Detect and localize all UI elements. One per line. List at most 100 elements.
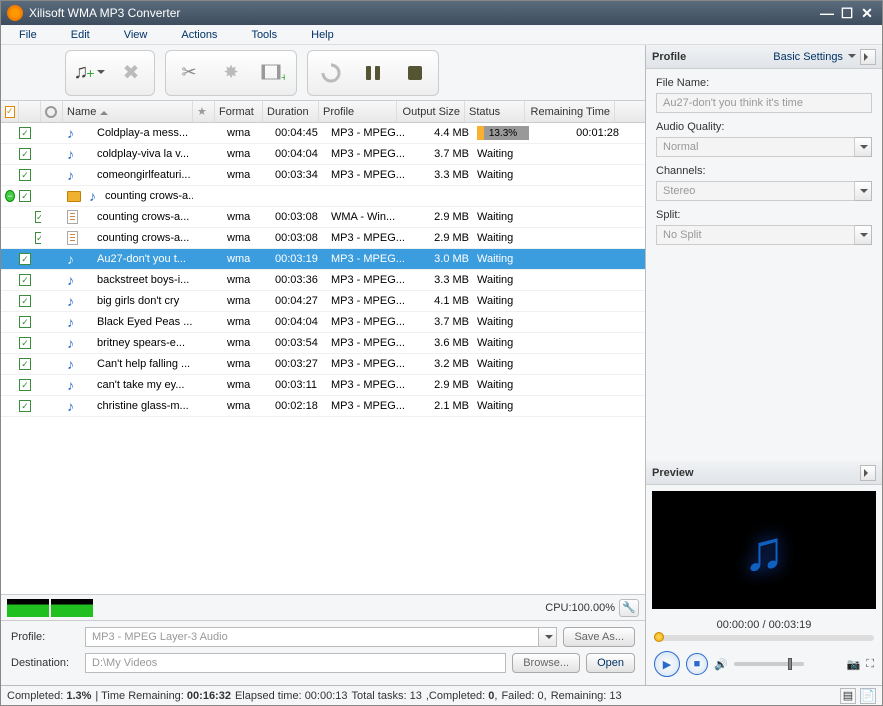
close-button[interactable]: ✕	[858, 5, 876, 21]
table-row[interactable]: ♪britney spears-e...wma00:03:54MP3 - MPE…	[1, 333, 645, 354]
profile-dropdown-button[interactable]	[539, 627, 557, 647]
menu-edit[interactable]: Edit	[61, 29, 114, 41]
row-checkbox[interactable]	[19, 253, 31, 265]
table-row[interactable]: counting crows-a...wma00:03:08WMA - Win.…	[1, 207, 645, 228]
basic-settings-link[interactable]: Basic Settings	[773, 51, 856, 63]
volume-slider[interactable]	[734, 662, 804, 666]
seek-handle[interactable]	[654, 632, 664, 642]
quality-dropdown-button[interactable]	[855, 137, 872, 157]
split-dropdown-button[interactable]	[855, 225, 872, 245]
remove-button[interactable]: ✖	[112, 55, 150, 91]
row-checkbox[interactable]	[19, 169, 31, 181]
music-note-icon: ♫	[743, 518, 785, 583]
col-star[interactable]: ★	[193, 101, 215, 122]
row-checkbox[interactable]	[19, 148, 31, 160]
row-format: wma	[223, 253, 271, 265]
music-icon: ♪	[67, 335, 74, 351]
row-checkbox[interactable]	[19, 127, 31, 139]
col-format[interactable]: Format	[215, 101, 263, 122]
cpu-graph-1	[7, 599, 49, 617]
menu-tools[interactable]: Tools	[241, 29, 301, 41]
row-checkbox[interactable]	[19, 190, 31, 202]
profile-panel-title: Profile	[652, 51, 773, 63]
table-row[interactable]: ♪comeongirlfeaturi...wma00:03:34MP3 - MP…	[1, 165, 645, 186]
cut-button[interactable]: ✂	[170, 55, 208, 91]
row-size: 3.3 MB	[405, 169, 473, 181]
preview-seek-slider[interactable]	[654, 635, 874, 641]
row-format: wma	[223, 127, 271, 139]
table-row[interactable]: −♪counting crows-a...	[1, 186, 645, 207]
table-row[interactable]: ♪Coldplay-a mess...wma00:04:45MP3 - MPEG…	[1, 123, 645, 144]
col-status[interactable]: Status	[465, 101, 525, 122]
save-as-button[interactable]: Save As...	[563, 627, 635, 647]
volume-icon[interactable]: 🔊	[714, 658, 728, 671]
col-duration[interactable]: Duration	[263, 101, 319, 122]
table-row[interactable]: ♪can't take my ey...wma00:03:11MP3 - MPE…	[1, 375, 645, 396]
menu-help[interactable]: Help	[301, 29, 358, 41]
fullscreen-button[interactable]: ⛶	[866, 658, 874, 671]
convert-button[interactable]	[312, 55, 350, 91]
maximize-button[interactable]: ☐	[838, 5, 856, 21]
preview-stop-button[interactable]: ■	[686, 653, 708, 675]
row-checkbox[interactable]	[19, 274, 31, 286]
table-row[interactable]: ♪Au27-don't you t...wma00:03:19MP3 - MPE…	[1, 249, 645, 270]
filename-input[interactable]: Au27-don't you think it's time	[656, 93, 872, 113]
add-files-button[interactable]: ♫+	[70, 55, 108, 91]
table-row[interactable]: ♪Black Eyed Peas ...wma00:04:04MP3 - MPE…	[1, 312, 645, 333]
quality-select[interactable]: Normal	[656, 137, 855, 157]
row-status: Waiting	[473, 148, 533, 160]
row-checkbox[interactable]	[35, 232, 41, 244]
clip-add-button[interactable]: +	[254, 55, 292, 91]
row-checkbox[interactable]	[19, 316, 31, 328]
col-remaining[interactable]: Remaining Time	[525, 101, 615, 122]
profile-collapse-button[interactable]	[860, 49, 876, 65]
col-output-size[interactable]: Output Size	[397, 101, 465, 122]
table-row[interactable]: counting crows-a...wma00:03:08MP3 - MPEG…	[1, 228, 645, 249]
menu-file[interactable]: File	[9, 29, 61, 41]
row-checkbox[interactable]	[19, 337, 31, 349]
log-button[interactable]: 📄	[860, 688, 876, 704]
table-row[interactable]: ♪Can't help falling ...wma00:03:27MP3 - …	[1, 354, 645, 375]
preview-panel-title: Preview	[652, 467, 856, 479]
table-row[interactable]: ♪christine glass-m...wma00:02:18MP3 - MP…	[1, 396, 645, 417]
effects-button[interactable]: ✸	[212, 55, 250, 91]
row-name: backstreet boys-i...	[93, 274, 201, 286]
cpu-graph-2	[51, 599, 93, 617]
row-checkbox[interactable]	[19, 358, 31, 370]
profile-select[interactable]: MP3 - MPEG Layer-3 Audio	[85, 627, 539, 647]
music-icon: ♪	[67, 377, 74, 393]
row-checkbox[interactable]	[19, 400, 31, 412]
view-mode-button[interactable]: ▤	[840, 688, 856, 704]
channels-select[interactable]: Stereo	[656, 181, 855, 201]
minimize-button[interactable]: —	[818, 5, 836, 21]
col-name[interactable]: Name	[63, 101, 193, 122]
row-checkbox[interactable]	[19, 295, 31, 307]
music-icon: ♪	[67, 398, 74, 414]
channels-dropdown-button[interactable]	[855, 181, 872, 201]
open-button[interactable]: Open	[586, 653, 635, 673]
pause-button[interactable]	[354, 55, 392, 91]
snapshot-button[interactable]: 📷	[847, 658, 861, 671]
col-profile[interactable]: Profile	[319, 101, 397, 122]
table-row[interactable]: ♪backstreet boys-i...wma00:03:36MP3 - MP…	[1, 270, 645, 291]
browse-button[interactable]: Browse...	[512, 653, 580, 673]
play-button[interactable]: ▶	[654, 651, 680, 677]
select-all-checkbox[interactable]	[5, 106, 15, 118]
menu-view[interactable]: View	[114, 29, 172, 41]
collapse-icon[interactable]: −	[5, 190, 15, 202]
stop-button[interactable]	[396, 55, 434, 91]
table-row[interactable]: ♪big girls don't crywma00:04:27MP3 - MPE…	[1, 291, 645, 312]
split-select[interactable]: No Split	[656, 225, 855, 245]
row-status: Waiting	[473, 169, 533, 181]
preview-collapse-button[interactable]	[860, 465, 876, 481]
row-checkbox[interactable]	[35, 211, 41, 223]
cpu-settings-button[interactable]: 🔧	[619, 599, 639, 617]
toolbar: ♫+ ✖ ✂ ✸ +	[1, 45, 645, 101]
table-row[interactable]: ♪coldplay-viva la v...wma00:04:04MP3 - M…	[1, 144, 645, 165]
col-marker[interactable]	[41, 101, 63, 122]
volume-handle[interactable]	[788, 658, 792, 670]
row-checkbox[interactable]	[19, 379, 31, 391]
destination-input[interactable]: D:\My Videos	[85, 653, 506, 673]
menu-actions[interactable]: Actions	[171, 29, 241, 41]
row-profile: MP3 - MPEG...	[327, 379, 405, 391]
